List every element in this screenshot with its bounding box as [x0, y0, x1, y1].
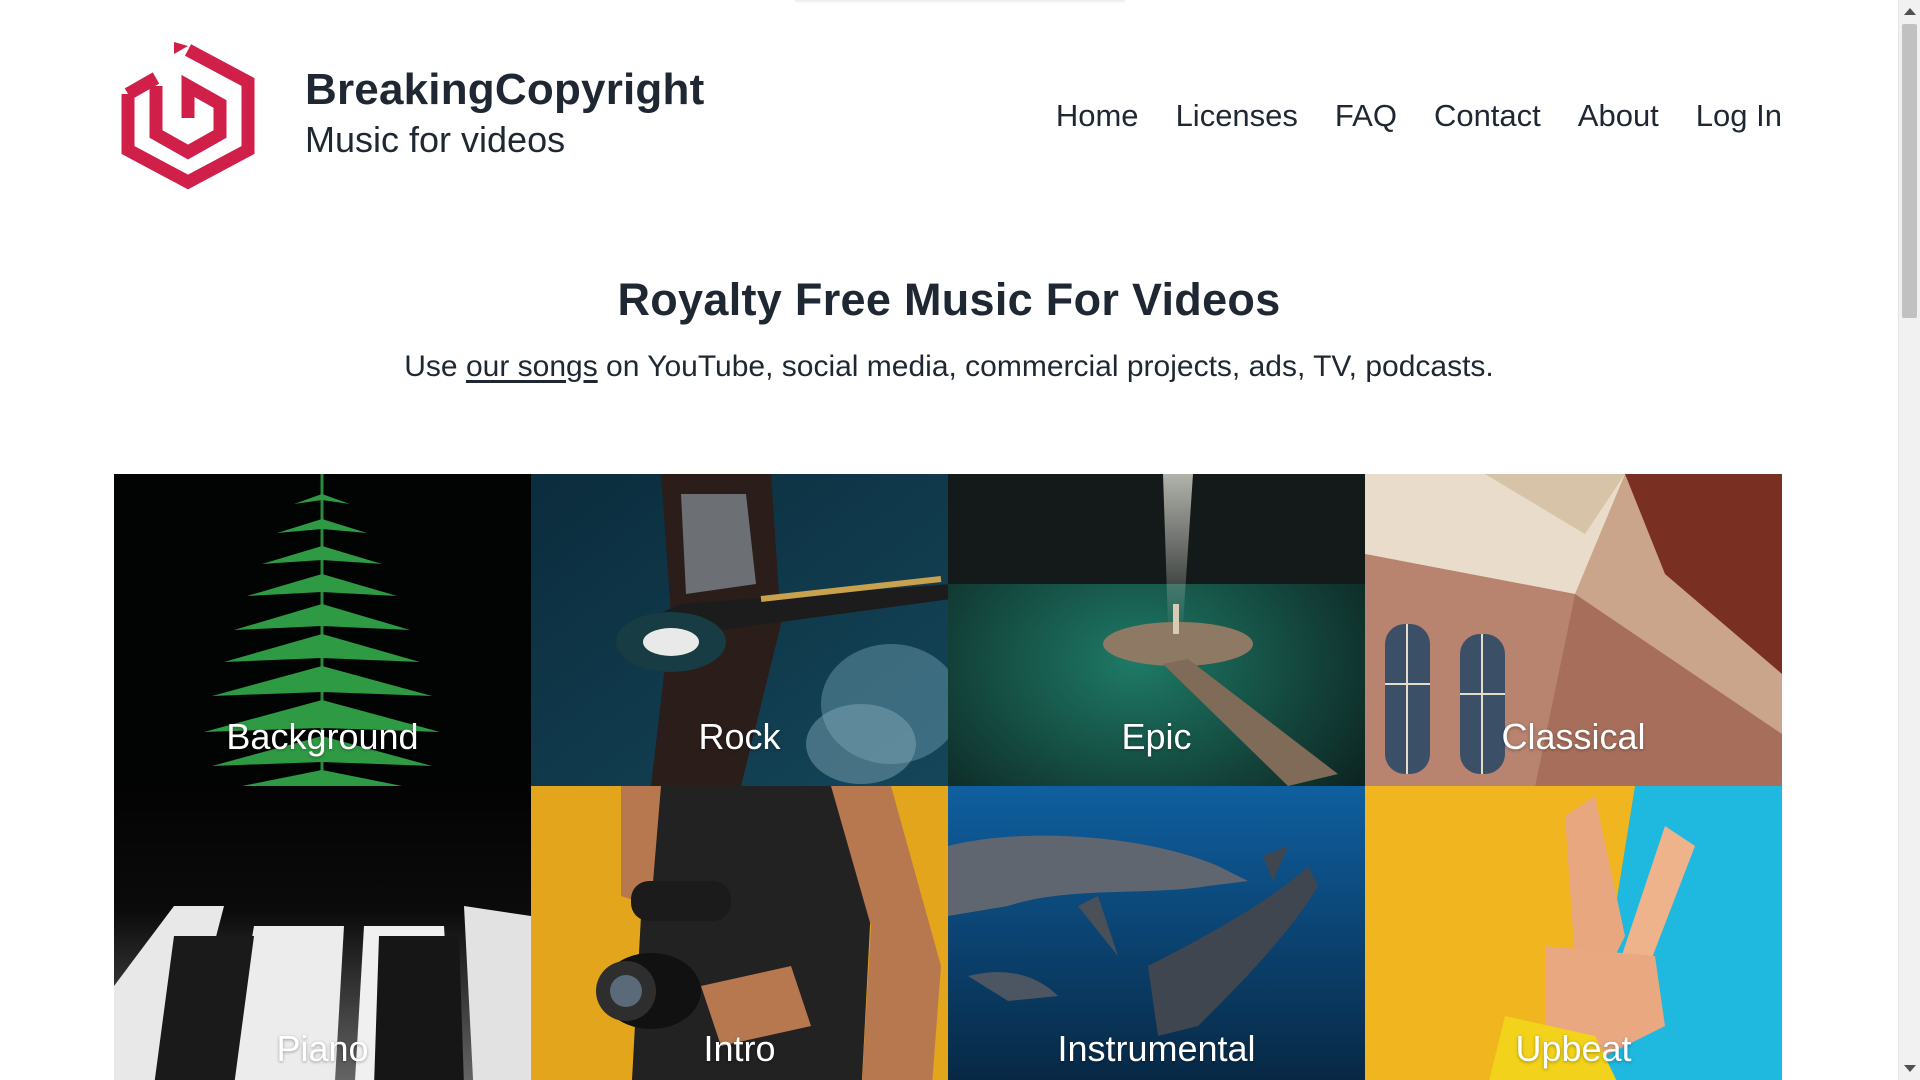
hero-sub-prefix: Use [404, 350, 466, 383]
genre-label: Instrumental [1057, 1028, 1256, 1069]
brand-tagline: Music for videos [305, 118, 566, 160]
genre-label: Upbeat [1515, 1028, 1632, 1069]
genre-tile-instrumental[interactable]: Instrumental [948, 786, 1365, 1080]
genre-label: Classical [1501, 716, 1646, 757]
nav-login-link[interactable]: Log In [1696, 96, 1782, 136]
genre-tile-piano[interactable]: Piano [114, 786, 531, 1080]
brand-name: BreakingCopyright [305, 65, 705, 115]
scrollbar-thumb[interactable] [1902, 24, 1917, 318]
genre-tile-classical[interactable]: Classical [1365, 474, 1782, 786]
home-logo-link[interactable]: BreakingCopyright Music for videos [116, 38, 704, 194]
genre-tile-background[interactable]: Background [114, 474, 531, 786]
page-title: Royalty Free Music For Videos [617, 274, 1281, 325]
hero-subtitle: Use our songs on YouTube, social media, … [0, 350, 1898, 384]
nav-contact-link[interactable]: Contact [1434, 96, 1541, 136]
nav-home-link[interactable]: Home [1056, 96, 1139, 136]
vertical-scrollbar[interactable] [1898, 0, 1920, 1080]
top-shadow [795, 0, 1125, 4]
nav-faq-link[interactable]: FAQ [1335, 96, 1397, 136]
brand-block: BreakingCopyright Music for videos [305, 65, 705, 160]
nav-about-link[interactable]: About [1578, 96, 1659, 136]
genre-tile-epic[interactable]: Epic [948, 474, 1365, 786]
genre-label: Piano [276, 1028, 369, 1069]
breakingcopyright-logo-icon [121, 42, 255, 190]
nav-licenses-link[interactable]: Licenses [1176, 96, 1298, 136]
genre-label: Intro [703, 1028, 776, 1069]
genre-tile-intro[interactable]: Intro [531, 786, 948, 1080]
genre-grid: Background Rock Epic Classical Piano Int… [114, 474, 1782, 1080]
genre-tile-rock[interactable]: Rock [531, 474, 948, 786]
genre-label: Background [226, 716, 419, 757]
hero-sub-suffix: on YouTube, social media, commercial pro… [597, 350, 1494, 383]
page: BreakingCopyright Music for videos Home … [0, 0, 1898, 1080]
genre-label: Rock [698, 716, 781, 757]
genre-tile-upbeat[interactable]: Upbeat [1365, 786, 1782, 1080]
scroll-down-arrow-icon[interactable] [1904, 1065, 1916, 1072]
scroll-up-arrow-icon[interactable] [1904, 8, 1916, 15]
genre-label: Epic [1121, 716, 1192, 757]
our-songs-link[interactable]: our songs [466, 350, 598, 383]
main-nav: Home Licenses FAQ Contact About Log In [1019, 96, 1782, 136]
